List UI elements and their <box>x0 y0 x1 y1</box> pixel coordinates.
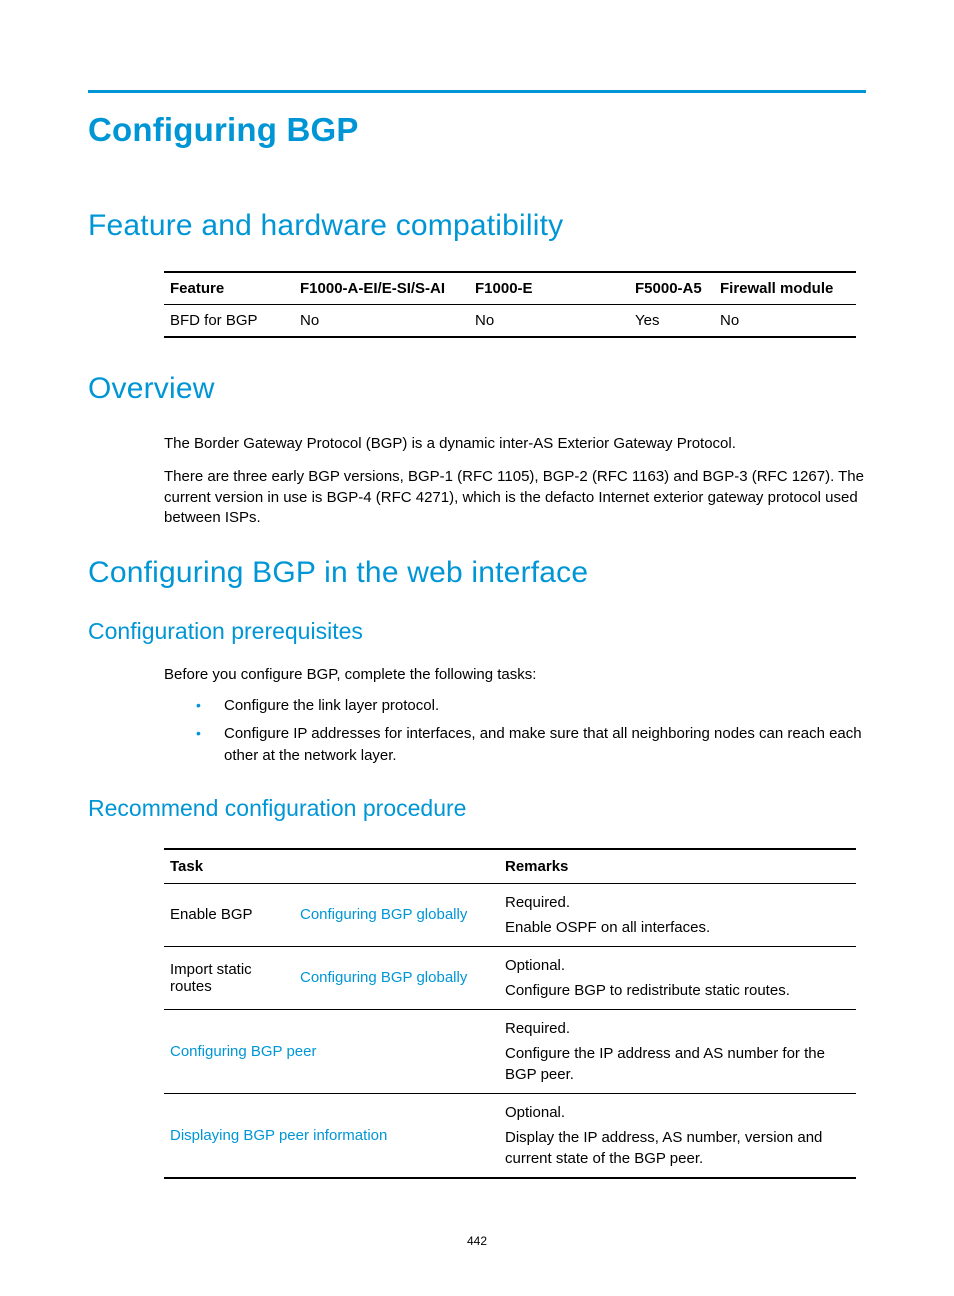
section-overview: Overview <box>88 372 866 406</box>
subsection-prereq: Configuration prerequisites <box>88 618 866 645</box>
table-row: BFD for BGP No No Yes No <box>164 305 856 338</box>
task-link[interactable]: Configuring BGP globally <box>300 969 467 986</box>
table-header-row: Feature F1000-A-EI/E-SI/S-AI F1000-E F50… <box>164 272 856 305</box>
table-header-row: Task Remarks <box>164 849 856 884</box>
task-link[interactable]: Displaying BGP peer information <box>170 1127 387 1144</box>
col-fwmodule: Firewall module <box>714 272 856 305</box>
col-f5000a5: F5000-A5 <box>629 272 714 305</box>
remarks-line: Optional. <box>505 1102 850 1123</box>
prereq-intro: Before you configure BGP, complete the f… <box>164 665 866 685</box>
table-row: Enable BGP Configuring BGP globally Requ… <box>164 883 856 946</box>
section-webcfg: Configuring BGP in the web interface <box>88 556 866 590</box>
col-f1000e: F1000-E <box>469 272 629 305</box>
task-name: Import static routes <box>164 946 294 1009</box>
table-row: Import static routes Configuring BGP glo… <box>164 946 856 1009</box>
remarks-line: Required. <box>505 1018 850 1039</box>
cell-fwmod: No <box>714 305 856 338</box>
remarks-line: Enable OSPF on all interfaces. <box>505 919 710 936</box>
overview-p1: The Border Gateway Protocol (BGP) is a d… <box>164 434 866 454</box>
page-title: Configuring BGP <box>88 111 866 149</box>
prereq-list: Configure the link layer protocol. Confi… <box>164 695 866 766</box>
section-feature-compat: Feature and hardware compatibility <box>88 209 866 243</box>
subsection-recommend: Recommend configuration procedure <box>88 795 866 822</box>
remarks-line: Optional. <box>505 955 850 976</box>
remarks-line: Configure BGP to redistribute static rou… <box>505 982 790 999</box>
remarks-cell: Required. Enable OSPF on all interfaces. <box>499 883 856 946</box>
page-number: 442 <box>0 1234 954 1248</box>
remarks-cell: Optional. Configure BGP to redistribute … <box>499 946 856 1009</box>
procedure-table: Task Remarks Enable BGP Configuring BGP … <box>164 848 856 1179</box>
list-item: Configure the link layer protocol. <box>196 695 866 717</box>
remarks-line: Required. <box>505 892 850 913</box>
cell-f5000a5: Yes <box>629 305 714 338</box>
task-link[interactable]: Configuring BGP peer <box>170 1043 316 1060</box>
col-feature: Feature <box>164 272 294 305</box>
remarks-cell: Required. Configure the IP address and A… <box>499 1009 856 1093</box>
task-link[interactable]: Configuring BGP globally <box>300 906 467 923</box>
cell-f1000e: No <box>469 305 629 338</box>
col-remarks: Remarks <box>499 849 856 884</box>
list-item: Configure IP addresses for interfaces, a… <box>196 723 866 767</box>
top-rule <box>88 90 866 93</box>
remarks-line: Display the IP address, AS number, versi… <box>505 1129 822 1167</box>
col-task: Task <box>164 849 499 884</box>
table-row: Configuring BGP peer Required. Configure… <box>164 1009 856 1093</box>
table-row: Displaying BGP peer information Optional… <box>164 1093 856 1178</box>
cell-feature: BFD for BGP <box>164 305 294 338</box>
cell-f1000a: No <box>294 305 469 338</box>
col-f1000a: F1000-A-EI/E-SI/S-AI <box>294 272 469 305</box>
remarks-cell: Optional. Display the IP address, AS num… <box>499 1093 856 1178</box>
task-name: Enable BGP <box>164 883 294 946</box>
overview-p2: There are three early BGP versions, BGP-… <box>164 467 866 528</box>
feature-compat-table: Feature F1000-A-EI/E-SI/S-AI F1000-E F50… <box>164 271 856 338</box>
remarks-line: Configure the IP address and AS number f… <box>505 1045 825 1083</box>
